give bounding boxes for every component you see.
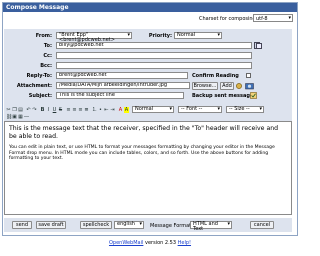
body-paragraph-2: You can edit in plain text, or use HTML …	[9, 145, 275, 162]
cc-field[interactable]	[56, 52, 252, 59]
cancel-button[interactable]: cancel	[250, 221, 274, 229]
image-icon[interactable]: ▣	[12, 114, 17, 120]
undo-icon[interactable]: ↶	[26, 107, 31, 113]
action-bar: send save draft spellcheck english ▾ Mes…	[4, 218, 292, 232]
to-field[interactable]: billy@pdcweb.net	[56, 42, 252, 49]
chevron-down-icon: ▾	[217, 32, 220, 38]
chevron-down-icon: ▾	[288, 15, 291, 21]
copy-icon[interactable]: ❐	[12, 107, 17, 113]
highlight-color-icon[interactable]: A	[124, 107, 129, 113]
charset-row: Charset for composing: utf-8 ▾	[3, 12, 297, 24]
help-link[interactable]: Help!	[178, 240, 191, 246]
replyto-label: Reply-To:	[26, 73, 52, 79]
paste-icon[interactable]: ▤	[18, 107, 23, 113]
footer: OpenWebMail version 2.53 Help!	[0, 240, 300, 246]
align-left-icon[interactable]: ≡	[66, 107, 71, 113]
indent-icon[interactable]: ⇥	[110, 107, 115, 113]
redo-icon[interactable]: ↷	[32, 107, 37, 113]
bcc-label: Bcc:	[40, 63, 52, 69]
attach-icon[interactable]	[236, 82, 244, 90]
subject-label: Subject:	[28, 93, 52, 99]
link-icon[interactable]: ⛓	[6, 114, 12, 120]
spellcheck-button[interactable]: spellcheck	[80, 221, 112, 229]
bullet-list-icon[interactable]: •	[98, 107, 103, 113]
send-button[interactable]: send	[12, 221, 32, 229]
priority-value: Normal	[177, 32, 196, 38]
subject-field[interactable]: This is the subject line	[56, 92, 184, 99]
font-value: -- Font --	[181, 106, 203, 112]
cc-label: Cc:	[43, 53, 52, 59]
charset-value: utf-8	[256, 16, 268, 22]
bold-icon[interactable]: B	[40, 107, 45, 113]
priority-label: Priority:	[148, 33, 172, 39]
font-select[interactable]: -- Font -- ▾	[178, 106, 222, 113]
backup-label: Backup sent message	[192, 93, 254, 99]
save-draft-button[interactable]: save draft	[36, 221, 66, 229]
chevron-down-icon: ▾	[139, 221, 142, 227]
paragraph-format-value: Normal	[135, 106, 154, 112]
from-label: From:	[35, 33, 52, 39]
ordered-list-icon[interactable]: ⒈	[92, 107, 97, 113]
attachment-label: Attachment:	[16, 83, 52, 89]
from-select[interactable]: "Brent Epp" <brent@pdcweb.net> ▾	[56, 32, 132, 43]
message-format-label: Message Format	[150, 223, 192, 229]
openwebmail-link[interactable]: OpenWebMail	[109, 240, 143, 246]
to-label: To:	[43, 43, 52, 49]
text-color-icon[interactable]: A	[118, 107, 123, 113]
message-format-select[interactable]: HTML and Text ▾	[190, 221, 232, 232]
chevron-down-icon: ▾	[217, 106, 220, 112]
language-select[interactable]: english ▾	[114, 221, 144, 229]
attachment-field[interactable]: /Media/DATA/Mijn afbeeldingen/intruder.j…	[56, 82, 190, 89]
browse-button[interactable]: Browse...	[192, 82, 218, 90]
address-book-icon[interactable]	[254, 42, 262, 49]
chevron-down-icon: ▾	[259, 106, 262, 112]
chevron-down-icon: ▾	[127, 32, 130, 38]
replyto-field[interactable]: brent@pdcweb.net	[56, 72, 188, 79]
format-toolbar: ✂ ❐ ▤ ↶ ↷ B I U S ≡ ≡ ≡ ≣ ⒈ • ⇤ ⇥ A A No…	[4, 106, 292, 120]
priority-select[interactable]: Normal ▾	[174, 32, 222, 39]
align-right-icon[interactable]: ≡	[78, 107, 83, 113]
chevron-down-icon: ▾	[227, 221, 230, 227]
horizontal-rule-icon[interactable]: ―	[24, 114, 29, 120]
align-center-icon[interactable]: ≡	[72, 107, 77, 113]
bcc-field[interactable]	[56, 62, 252, 69]
message-format-value: HTML and Text	[193, 221, 218, 232]
size-value: -- Size --	[229, 106, 250, 112]
message-body-editor[interactable]: This is the message text that the receiv…	[4, 121, 292, 215]
confirm-reading-label: Confirm Reading	[192, 73, 239, 79]
backup-icon[interactable]	[250, 92, 257, 99]
charset-label: Charset for composing:	[199, 16, 258, 22]
charset-select[interactable]: utf-8 ▾	[253, 14, 293, 22]
size-select[interactable]: -- Size -- ▾	[226, 106, 264, 113]
version-text: version 2.53	[143, 240, 178, 246]
chevron-down-icon: ▾	[169, 106, 172, 112]
outdent-icon[interactable]: ⇤	[104, 107, 109, 113]
cut-icon[interactable]: ✂	[6, 107, 11, 113]
confirm-reading-checkbox[interactable]	[246, 73, 251, 78]
table-icon[interactable]: ▦	[18, 114, 23, 120]
add-attachment-button[interactable]: Add	[220, 82, 234, 90]
underline-icon[interactable]: U	[52, 107, 57, 113]
body-paragraph-1: This is the message text that the receiv…	[9, 125, 279, 140]
window-title: Compose Message	[3, 3, 297, 12]
justify-icon[interactable]: ≣	[84, 107, 89, 113]
language-value: english	[117, 221, 135, 227]
paragraph-format-select[interactable]: Normal ▾	[132, 106, 174, 113]
image-attach-icon[interactable]	[245, 82, 254, 90]
italic-icon[interactable]: I	[46, 107, 51, 113]
strikethrough-icon[interactable]: S	[58, 107, 63, 113]
